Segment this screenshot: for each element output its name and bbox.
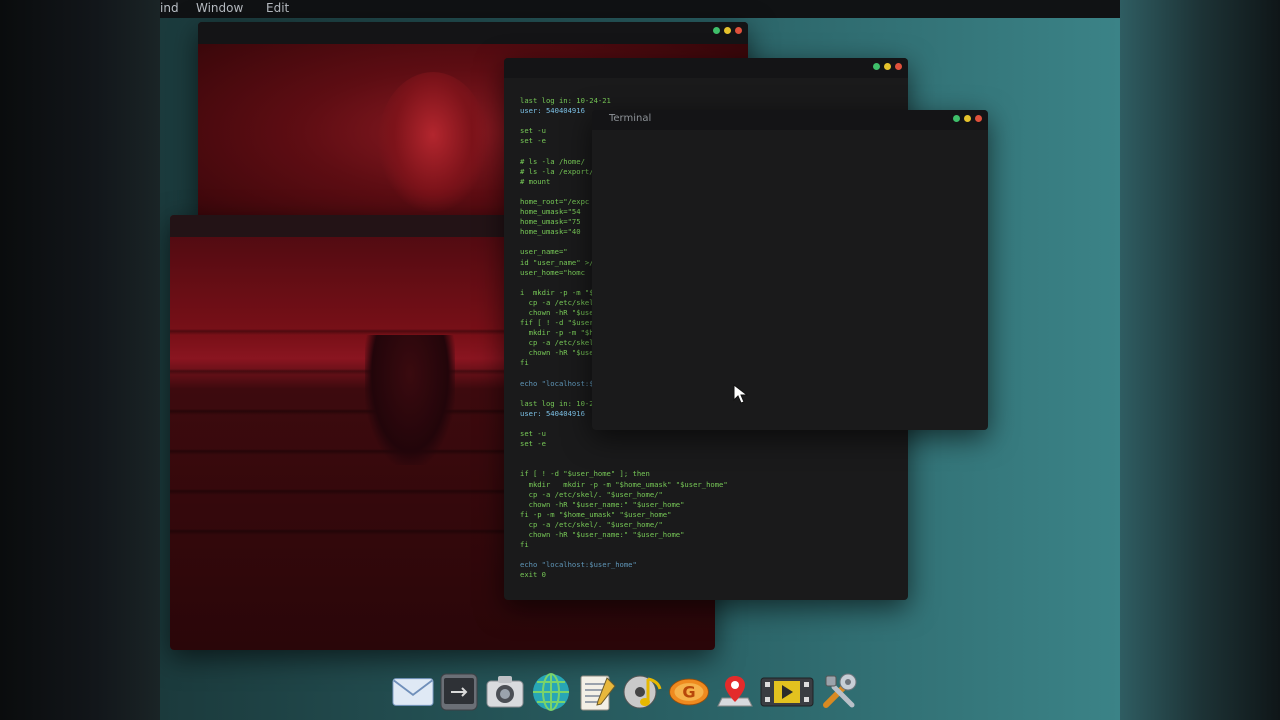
code-window-titlebar[interactable] [504, 58, 908, 78]
minimize-button[interactable] [964, 115, 971, 122]
code-line: chown -hR "$user_name:" "$user_home" [528, 530, 685, 540]
dock-item-mail[interactable] [392, 671, 434, 713]
code-line: set -e [520, 136, 546, 146]
globe-icon [533, 673, 569, 711]
terminal-app-icon [440, 673, 478, 711]
code-line: chown -hR "$use [528, 348, 594, 358]
code-line: cp -a /etc/skel/. "$user_home/" [528, 519, 663, 529]
video-player-icon [760, 677, 814, 707]
code-line: user_name=" [520, 247, 568, 257]
code-line: cp -a /etc/skel/. "$user_home/" [528, 489, 663, 499]
dock-item-music[interactable] [622, 671, 664, 713]
menu-bar: ind Window Edit [160, 0, 1120, 18]
window-controls [713, 27, 742, 34]
dock-item-globe[interactable] [530, 671, 572, 713]
code-line: home_umask="54 [520, 207, 581, 217]
code-line: mkdir -p -m "$ho [528, 328, 598, 338]
dock-item-browser[interactable]: G [668, 671, 710, 713]
code-line: echo "localhost:$user_home" [520, 560, 637, 570]
code-line: if [ ! -d "$user_home" ]; then [520, 469, 650, 479]
code-line: fi -p -m "$home_umask" "$user_home" [520, 509, 672, 519]
seated-figure-image [365, 335, 455, 465]
code-line: chown -hR "$use [528, 307, 594, 317]
dock-item-tools[interactable] [818, 671, 860, 713]
code-line: chown -hR "$user_name:" "$user_home" [528, 499, 685, 509]
code-line: user: 540404916 [520, 106, 585, 116]
code-line: mkdir mkdir -p -m "$home_umask" "$user_h… [528, 479, 728, 489]
code-line: exit 0 [520, 570, 546, 580]
terminal-title: Terminal [609, 113, 652, 124]
code-line: home_umask="75 [520, 217, 581, 227]
code-line: set -u [520, 126, 546, 136]
code-line: fi [520, 540, 529, 550]
code-line: id "user_name" >/c [520, 257, 598, 267]
menu-item-edit[interactable]: Edit [266, 1, 289, 15]
code-line: home_root="/expc [520, 196, 590, 206]
code-line: set -u [520, 429, 546, 439]
code-line: set -e [520, 439, 546, 449]
dock-item-notes[interactable] [576, 671, 618, 713]
menu-item-window[interactable]: Window [196, 1, 243, 15]
right-letterbox [1120, 0, 1280, 720]
terminal-content-area[interactable] [592, 130, 988, 430]
browser-g-icon: G [669, 678, 709, 706]
svg-text:G: G [682, 683, 695, 702]
zoom-button[interactable] [953, 115, 960, 122]
code-line: user_home="homc [520, 267, 585, 277]
close-button[interactable] [735, 27, 742, 34]
video-frame-face [378, 72, 488, 212]
left-letterbox [0, 0, 160, 720]
close-button[interactable] [975, 115, 982, 122]
mouse-cursor-icon [733, 384, 749, 404]
dock-item-camera[interactable] [484, 671, 526, 713]
minimize-button[interactable] [724, 27, 731, 34]
menu-item-ind[interactable]: ind [160, 1, 179, 15]
code-line: last log in: 10-24-21 [520, 96, 611, 105]
mail-icon [392, 678, 434, 706]
window-controls [953, 115, 982, 122]
code-line: fi [520, 358, 529, 368]
zoom-button[interactable] [713, 27, 720, 34]
camera-icon [486, 676, 524, 708]
code-line: # ls -la /home/ [520, 156, 585, 166]
code-line: home_umask="40 [520, 227, 581, 237]
music-icon [623, 675, 662, 709]
maps-pin-icon [717, 676, 753, 707]
close-button[interactable] [895, 63, 902, 70]
terminal-window[interactable]: Terminal [592, 110, 988, 430]
notes-icon [580, 675, 616, 711]
window-controls [873, 63, 902, 70]
video-window-back-titlebar[interactable] [198, 22, 748, 44]
code-line: echo "localhost:$u [520, 378, 598, 388]
code-line: i mkdir -p -m "$ho [520, 287, 602, 297]
minimize-button[interactable] [884, 63, 891, 70]
terminal-titlebar[interactable]: Terminal [592, 110, 988, 130]
dock-item-maps[interactable] [714, 671, 756, 713]
code-line: # mount [520, 176, 551, 186]
tools-icon [823, 673, 857, 708]
dock-item-video-player[interactable] [760, 671, 814, 713]
zoom-button[interactable] [873, 63, 880, 70]
dock-item-terminal[interactable] [438, 671, 480, 713]
dock: G [392, 670, 860, 714]
desktop: ind Window Edit last log in: 10-24-21 us… [160, 0, 1120, 720]
code-line: user: 540404916 [520, 408, 585, 418]
